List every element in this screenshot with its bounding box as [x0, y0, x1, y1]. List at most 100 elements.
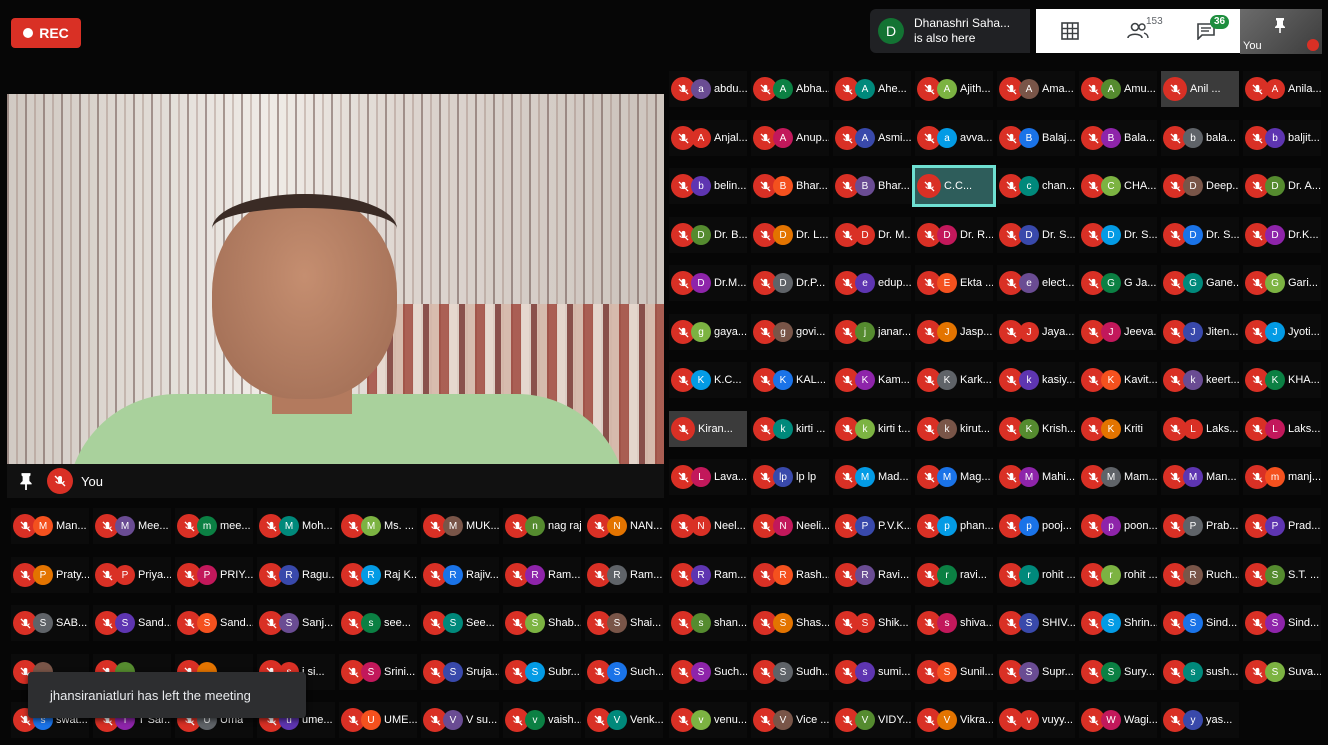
- participant-tile[interactable]: D Dr. B...: [669, 217, 747, 253]
- participant-tile[interactable]: D Dr. S...: [997, 217, 1075, 253]
- participant-tile[interactable]: R Rajiv...: [421, 557, 499, 593]
- participant-tile[interactable]: S Sand...: [93, 605, 171, 641]
- participant-tile[interactable]: S Srini...: [339, 654, 417, 690]
- participant-tile[interactable]: e elect...: [997, 265, 1075, 301]
- participant-tile[interactable]: D Dr. M...: [833, 217, 911, 253]
- participant-tile[interactable]: R Rash...: [751, 557, 829, 593]
- participant-tile[interactable]: V Vice ...: [751, 702, 829, 738]
- participant-tile[interactable]: b belin...: [669, 168, 747, 204]
- participant-tile[interactable]: L Lava...: [669, 459, 747, 495]
- participant-tile[interactable]: K Krish...: [997, 411, 1075, 447]
- participant-tile[interactable]: k kirut...: [915, 411, 993, 447]
- participant-tile[interactable]: A Ama...: [997, 71, 1075, 107]
- presence-notification[interactable]: D Dhanashri Saha... is also here: [870, 9, 1030, 53]
- participant-tile[interactable]: K Kark...: [915, 362, 993, 398]
- participant-tile[interactable]: lp lp lp: [751, 459, 829, 495]
- participant-tile[interactable]: G Gari...: [1243, 265, 1321, 301]
- participant-tile[interactable]: S S.T. ...: [1243, 557, 1321, 593]
- participant-tile[interactable]: v vuyy...: [997, 702, 1075, 738]
- participant-tile[interactable]: K Kam...: [833, 362, 911, 398]
- participant-tile[interactable]: U UME...: [339, 702, 417, 738]
- participant-tile[interactable]: R Ram...: [669, 557, 747, 593]
- participant-tile[interactable]: S Subr...: [503, 654, 581, 690]
- participant-tile[interactable]: r rohit ...: [997, 557, 1075, 593]
- participant-tile[interactable]: k kirti ...: [751, 411, 829, 447]
- participant-tile[interactable]: B Bhar...: [833, 168, 911, 204]
- participant-tile[interactable]: G Gane...: [1161, 265, 1239, 301]
- participant-tile[interactable]: M Man...: [11, 508, 89, 544]
- participant-tile[interactable]: A Asmi...: [833, 120, 911, 156]
- participant-tile[interactable]: v venu...: [669, 702, 747, 738]
- participant-tile[interactable]: D Dr. L...: [751, 217, 829, 253]
- participant-tile[interactable]: V VIDY...: [833, 702, 911, 738]
- participant-tile[interactable]: P Prad...: [1243, 508, 1321, 544]
- participant-tile[interactable]: S Sind...: [1243, 605, 1321, 641]
- participant-tile[interactable]: A Anup...: [751, 120, 829, 156]
- participant-tile[interactable]: m manj...: [1243, 459, 1321, 495]
- participant-tile[interactable]: S Shai...: [585, 605, 663, 641]
- participant-tile[interactable]: a abdu...: [669, 71, 747, 107]
- participant-tile[interactable]: p phan...: [915, 508, 993, 544]
- participant-tile[interactable]: D Dr. S...: [1079, 217, 1157, 253]
- participant-tile[interactable]: D Dr. S...: [1161, 217, 1239, 253]
- participant-tile[interactable]: C.C...: [912, 165, 996, 207]
- participant-tile[interactable]: b bala...: [1161, 120, 1239, 156]
- participant-tile[interactable]: S Sand...: [175, 605, 253, 641]
- participant-tile[interactable]: D Dr.M...: [669, 265, 747, 301]
- participant-tile[interactable]: D Dr. A...: [1243, 168, 1321, 204]
- participant-tile[interactable]: L Laks...: [1243, 411, 1321, 447]
- participant-tile[interactable]: S SAB...: [11, 605, 89, 641]
- participant-tile[interactable]: r rohit ...: [1079, 557, 1157, 593]
- participant-tile[interactable]: K KHA...: [1243, 362, 1321, 398]
- participant-tile[interactable]: k keert...: [1161, 362, 1239, 398]
- participant-tile[interactable]: P Priya...: [93, 557, 171, 593]
- participant-tile[interactable]: R Ragu...: [257, 557, 335, 593]
- participant-tile[interactable]: A Anjal...: [669, 120, 747, 156]
- participant-tile[interactable]: D Dr.K...: [1243, 217, 1321, 253]
- participant-tile[interactable]: D Deep...: [1161, 168, 1239, 204]
- participant-tile[interactable]: S Suva...: [1243, 654, 1321, 690]
- participant-tile[interactable]: R Ruch...: [1161, 557, 1239, 593]
- participant-tile[interactable]: K K.C...: [669, 362, 747, 398]
- participants-button[interactable]: 153: [1118, 13, 1163, 49]
- participant-tile[interactable]: S Shas...: [751, 605, 829, 641]
- main-speaker-video[interactable]: [7, 94, 664, 464]
- participant-tile[interactable]: e edup...: [833, 265, 911, 301]
- participant-tile[interactable]: J Jasp...: [915, 314, 993, 350]
- participant-tile[interactable]: VV su...: [421, 702, 499, 738]
- participant-tile[interactable]: s see...: [339, 605, 417, 641]
- participant-tile[interactable]: B Bala...: [1079, 120, 1157, 156]
- participant-tile[interactable]: S Such...: [669, 654, 747, 690]
- participant-tile[interactable]: r ravi...: [915, 557, 993, 593]
- participant-tile[interactable]: N Neel...: [669, 508, 747, 544]
- participant-tile[interactable]: J Jyoti...: [1243, 314, 1321, 350]
- participant-tile[interactable]: M Moh...: [257, 508, 335, 544]
- participant-tile[interactable]: M Mam...: [1079, 459, 1157, 495]
- participant-tile[interactable]: J Jaya...: [997, 314, 1075, 350]
- chat-button[interactable]: 36: [1186, 13, 1230, 49]
- participant-tile[interactable]: S Sunil...: [915, 654, 993, 690]
- participant-tile[interactable]: N Neeli...: [751, 508, 829, 544]
- participant-tile[interactable]: p poon...: [1079, 508, 1157, 544]
- participant-tile[interactable]: R Ravi...: [833, 557, 911, 593]
- participant-tile[interactable]: a avva...: [915, 120, 993, 156]
- participant-tile[interactable]: JJeeva...: [1079, 314, 1157, 350]
- participant-tile[interactable]: W Wagi...: [1079, 702, 1157, 738]
- participant-tile[interactable]: P Praty...: [11, 557, 89, 593]
- participant-tile[interactable]: s sumi...: [833, 654, 911, 690]
- participant-tile[interactable]: M Mad...: [833, 459, 911, 495]
- participant-tile[interactable]: P P.V.K...: [833, 508, 911, 544]
- participant-tile[interactable]: S Sanj...: [257, 605, 335, 641]
- participant-tile[interactable]: k kasiy...: [997, 362, 1075, 398]
- participant-tile[interactable]: m mee...: [175, 508, 253, 544]
- layout-button[interactable]: [1050, 13, 1090, 49]
- participant-tile[interactable]: N NAN...: [585, 508, 663, 544]
- participant-tile[interactable]: P PRIY...: [175, 557, 253, 593]
- participant-tile[interactable]: M MUK...: [421, 508, 499, 544]
- participant-tile[interactable]: p pooj...: [997, 508, 1075, 544]
- participant-tile[interactable]: b baljit...: [1243, 120, 1321, 156]
- participant-tile[interactable]: J Jiten...: [1161, 314, 1239, 350]
- participant-tile[interactable]: R Raj K...: [339, 557, 417, 593]
- participant-tile[interactable]: g gaya...: [669, 314, 747, 350]
- participant-tile[interactable]: S Sudh...: [751, 654, 829, 690]
